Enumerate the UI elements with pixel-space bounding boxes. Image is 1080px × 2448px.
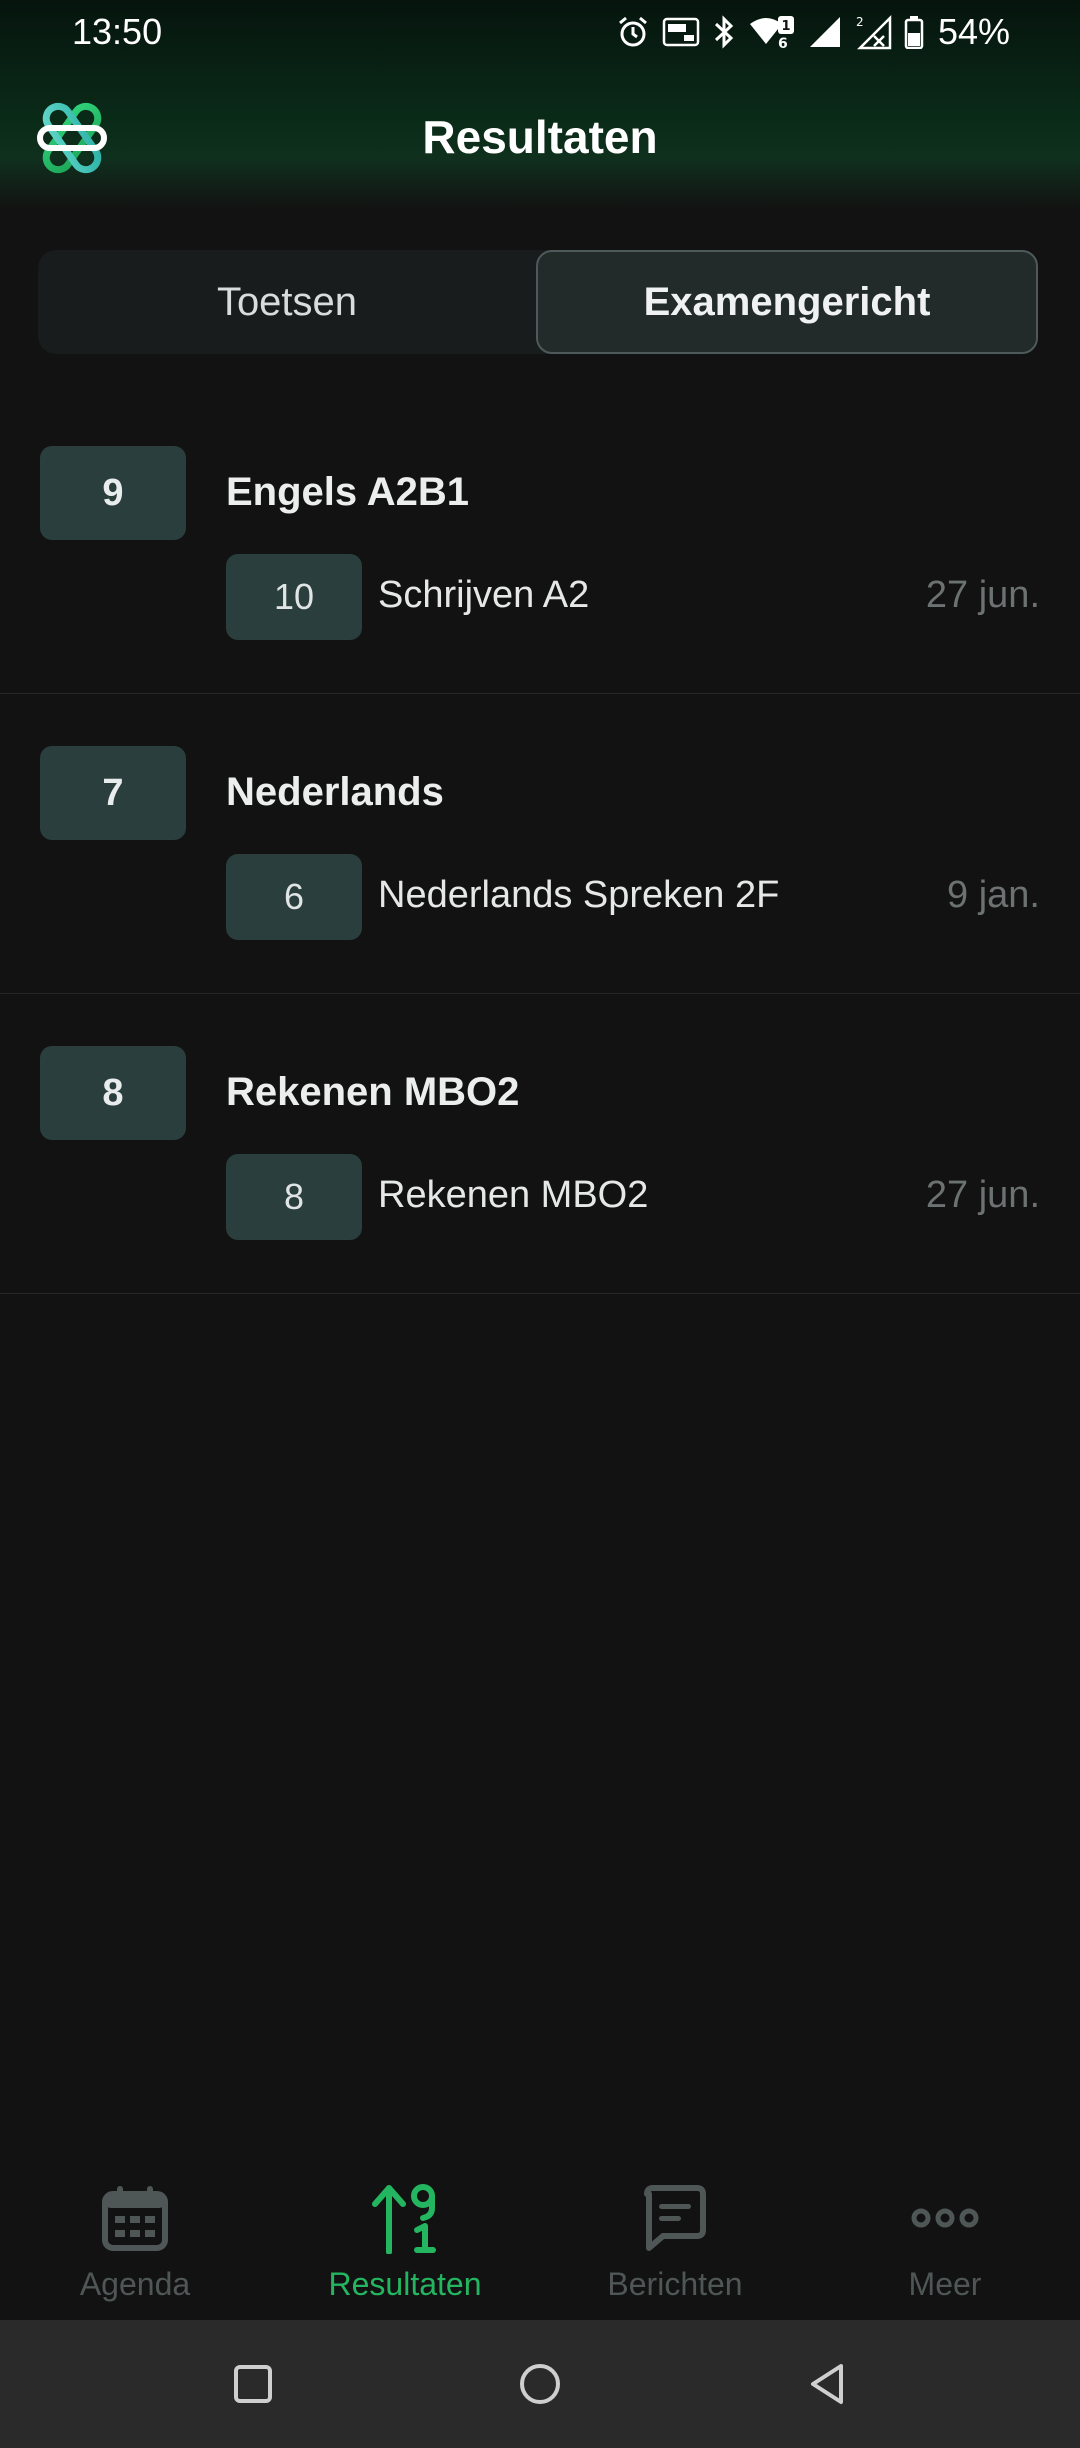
tab-toetsen[interactable]: Toetsen	[38, 250, 536, 354]
nav-label-meer: Meer	[908, 2266, 982, 2302]
result-row[interactable]: 7 Nederlands 6 Nederlands Spreken 2F 9 j…	[0, 694, 1080, 994]
wifi-icon: 1 6	[748, 14, 796, 50]
svg-text:6: 6	[778, 36, 788, 50]
subject-title: Engels A2B1	[226, 470, 470, 514]
battery-icon	[904, 15, 924, 49]
bluetooth-icon	[712, 15, 736, 49]
nav-label-berichten: Berichten	[607, 2266, 743, 2302]
calendar-icon	[99, 2182, 171, 2254]
grade-badge: 7	[40, 746, 186, 840]
nav-label-agenda: Agenda	[79, 2266, 191, 2302]
message-icon	[639, 2182, 711, 2254]
bottom-navigation: Agenda Resultaten Berichten Meer	[0, 2160, 1080, 2320]
sub-result-name: Schrijven A2	[378, 574, 590, 616]
svg-text:1: 1	[781, 19, 790, 34]
nav-item-meer[interactable]: Meer	[810, 2160, 1080, 2320]
nav-item-berichten[interactable]: Berichten	[540, 2160, 810, 2320]
back-icon[interactable]	[787, 2344, 867, 2424]
result-row[interactable]: 8 Rekenen MBO2 8 Rekenen MBO2 27 jun.	[0, 994, 1080, 1294]
nav-label-resultaten: Resultaten	[328, 2266, 482, 2302]
subject-title: Nederlands	[226, 770, 444, 814]
results-icon	[369, 2182, 441, 2254]
sub-result-date: 27 jun.	[925, 574, 1040, 616]
tab-examengericht[interactable]: Examengericht	[536, 250, 1038, 354]
auto-hz-icon	[662, 15, 700, 49]
signal-x-icon: 2	[854, 14, 892, 50]
results-list: 9 Engels A2B1 10 Schrijven A2 27 jun. 7 …	[0, 394, 1080, 1294]
sub-grade-badge: 10	[226, 554, 362, 640]
sub-result-name: Nederlands Spreken 2F	[378, 874, 780, 916]
grade-badge: 9	[40, 446, 186, 540]
system-navigation-bar	[0, 2320, 1080, 2448]
result-row[interactable]: 9 Engels A2B1 10 Schrijven A2 27 jun.	[0, 394, 1080, 694]
page-title: Resultaten	[422, 111, 658, 163]
nav-item-resultaten[interactable]: Resultaten	[270, 2160, 540, 2320]
recents-icon[interactable]	[213, 2344, 293, 2424]
sub-result-date: 27 jun.	[925, 1174, 1040, 1216]
signal-icon	[808, 15, 842, 49]
more-icon	[909, 2182, 981, 2254]
nav-item-agenda[interactable]: Agenda	[0, 2160, 270, 2320]
grade-badge: 8	[40, 1046, 186, 1140]
results-tab-switch: Toetsen Examengericht	[38, 250, 1038, 354]
status-bar: 13:50 1 6 2 54%	[0, 0, 1080, 64]
sub-grade-badge: 8	[226, 1154, 362, 1240]
home-icon[interactable]	[500, 2344, 580, 2424]
status-time: 13:50	[72, 11, 163, 52]
alarm-icon	[616, 15, 650, 49]
sub-grade-badge: 6	[226, 854, 362, 940]
subject-title: Rekenen MBO2	[226, 1070, 520, 1114]
sub-result-date: 9 jan.	[947, 874, 1040, 916]
battery-percentage: 54%	[937, 11, 1010, 52]
sub-result-name: Rekenen MBO2	[378, 1174, 649, 1216]
svg-text:2: 2	[856, 15, 864, 29]
